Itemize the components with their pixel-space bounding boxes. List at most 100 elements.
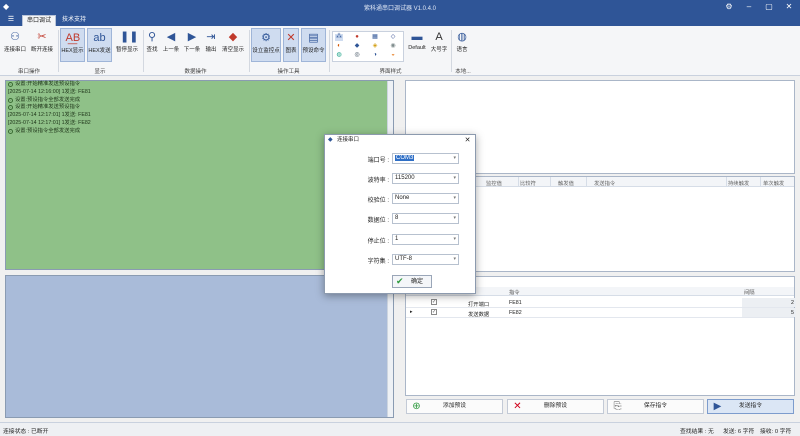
chevron-down-icon: ▾	[453, 195, 456, 201]
add-preset-button[interactable]: ⊕ 添加预设	[406, 399, 503, 414]
row-command: FE82	[509, 310, 522, 316]
dialog-title-bar: ◆ 连接串口 ✕	[325, 135, 475, 146]
export-icon: ⇥	[206, 31, 216, 43]
tab-tech-support[interactable]: 技术支持	[58, 15, 90, 26]
style-swatch[interactable]: ◎	[353, 52, 361, 59]
style-swatch[interactable]: ◒	[389, 52, 397, 59]
hex-display-icon: A͟B	[65, 32, 81, 44]
window-title: 紫科通串口调试器 V1.0.4.0	[363, 6, 437, 12]
search-icon: ⚲	[147, 31, 157, 43]
font-size-icon: A	[435, 31, 443, 43]
style-swatch[interactable]: ◍	[335, 52, 343, 59]
eraser-icon: ◆	[228, 31, 238, 43]
status-bar: 连接状态 : 已断开 查找结果 : 无 发送: 6 字符 接收: 0 字符	[0, 422, 800, 436]
prev-button[interactable]: ◀ 上一条	[161, 28, 181, 62]
globe-icon: ◍	[457, 31, 467, 43]
pause-display-button[interactable]: ❚❚ 暂停显示	[114, 28, 140, 62]
ribbon: ⚇ 连接串口 ✂ 断开连接 串口操作 A͟B HEX显示 ab HEX发送 ❚❚ 暂停显示…	[0, 26, 800, 76]
baud-label: 波特率 :	[367, 178, 389, 184]
theme-default-button[interactable]: ▬ Default	[406, 28, 428, 62]
table-row[interactable]: ✓ 打开端口 FE81 2	[406, 298, 796, 308]
chevron-down-icon: ▾	[453, 175, 456, 181]
hex-display-button[interactable]: A͟B HEX显示	[60, 28, 85, 62]
close-icon[interactable]: ✕	[463, 136, 472, 145]
connection-status[interactable]: 连接状态 : 已断开	[3, 426, 48, 435]
chart-button[interactable]: ✕ 图表	[283, 28, 299, 62]
tab-serial-debug[interactable]: 串口调试	[22, 15, 57, 26]
databits-label: 数据位 :	[367, 218, 389, 224]
table-row[interactable]: ▸ ✓ 发送数据 FE82 5	[406, 308, 796, 318]
pause-icon: ❚❚	[120, 31, 139, 43]
style-swatch[interactable]: ⁂	[335, 34, 343, 41]
hex-send-button[interactable]: ab HEX发送	[87, 28, 112, 62]
app-menu-icon[interactable]: ☰	[2, 15, 20, 25]
style-swatch[interactable]: ◉	[389, 43, 397, 50]
monitor-point-icon: ⚙	[261, 32, 271, 44]
next-button[interactable]: ▶ 下一条	[182, 28, 202, 62]
row-name: 打开端口	[468, 302, 490, 308]
style-gallery[interactable]: ⁂ ● ▦ ◇ ◐ ◆ ◈ ◉ ◍ ◎ ◑ ◒	[332, 31, 404, 62]
group-label-display: 显示	[94, 69, 106, 75]
hex-send-icon: ab	[93, 32, 106, 44]
monitor-point-button[interactable]: ⚙ 设立监控点	[251, 28, 281, 62]
row-name: 发送数据	[468, 312, 490, 318]
current-row-indicator: ▸	[410, 309, 413, 315]
databits-select[interactable]: 8 ▾	[392, 213, 459, 224]
delete-preset-button[interactable]: ✕ 删除预设	[507, 399, 604, 414]
minimize-icon[interactable]: –	[742, 1, 756, 13]
group-label-serial: 串口操作	[17, 69, 40, 75]
large-font-button[interactable]: A 大号字	[429, 28, 449, 62]
find-result: 查找结果 : 无	[680, 429, 714, 435]
ribbon-separator	[329, 30, 330, 72]
search-button[interactable]: ⚲ 查找	[145, 28, 159, 62]
language-button[interactable]: ◍ 语言	[453, 28, 471, 62]
send-input-pane[interactable]	[5, 275, 394, 418]
send-command-button[interactable]: ▶ 发送指令	[707, 399, 794, 414]
style-swatch[interactable]: ◑	[371, 52, 379, 59]
preset-command-button[interactable]: ▤ 预设命令	[301, 28, 326, 62]
connect-button[interactable]: ⚇ 连接串口	[3, 28, 27, 62]
dialog-title: 连接串口	[337, 137, 360, 143]
style-swatch[interactable]: ▦	[371, 34, 379, 41]
log-line: [2025-07-14 12:17:01] 1发送: FE82	[8, 119, 91, 126]
baud-select[interactable]: 115200 ▾	[392, 173, 459, 184]
info-icon: ·	[8, 97, 13, 103]
group-label-data: 数据操作	[184, 69, 207, 75]
export-button[interactable]: ⇥ 输出	[204, 28, 218, 62]
style-swatch[interactable]: ◐	[335, 43, 343, 50]
disconnect-button[interactable]: ✂ 断开连接	[29, 28, 55, 62]
close-icon[interactable]: ✕	[782, 1, 796, 13]
row-checkbox[interactable]: ✓	[431, 309, 437, 315]
group-label-tools: 操作工具	[277, 69, 300, 75]
connect-icon: ⚇	[10, 31, 20, 43]
maximize-icon[interactable]: ▢	[762, 1, 776, 13]
ok-button[interactable]: ✔ 确定	[392, 275, 432, 288]
row-interval-cell[interactable]: 2	[742, 298, 796, 307]
charset-select[interactable]: UTF-8 ▾	[392, 254, 459, 265]
stopbits-label: 停止位 :	[367, 239, 389, 245]
style-swatch[interactable]: ◇	[389, 34, 397, 41]
check-icon: ✔	[396, 276, 404, 286]
settings-icon[interactable]: ⚙	[722, 1, 736, 13]
row-interval: 2	[791, 300, 794, 306]
port-select[interactable]: COM3 ▾	[392, 153, 459, 164]
save-command-button[interactable]: ⎘ 保存指令	[607, 399, 704, 414]
charset-label: 字符集 :	[367, 259, 389, 265]
row-interval-cell[interactable]: 5	[742, 308, 796, 317]
clear-display-button[interactable]: ◆ 清空显示	[220, 28, 246, 62]
style-swatch[interactable]: ●	[353, 34, 361, 41]
prev-icon: ◀	[166, 31, 176, 43]
vertical-scrollbar[interactable]	[387, 276, 393, 417]
log-line: [2025-07-14 12:16:00] 1发送: FE81	[8, 88, 91, 95]
row-checkbox[interactable]: ✓	[431, 299, 437, 305]
recv-count: 接收: 0 字符	[760, 429, 792, 435]
baud-row: 波特率 : 115200 ▾	[325, 173, 477, 184]
preset-table: 指令 间隔 ✓ 打开端口 FE81 2 ▸ ✓ 发送数据 FE82 5	[405, 276, 796, 396]
style-swatch[interactable]: ◆	[353, 43, 361, 50]
stopbits-select[interactable]: 1 ▾	[392, 234, 459, 245]
style-swatch[interactable]: ◈	[371, 43, 379, 50]
theme-icon: ▬	[411, 31, 423, 43]
databits-row: 数据位 : 8 ▾	[325, 213, 477, 224]
parity-select[interactable]: None ▾	[392, 193, 459, 204]
app-icon: ◆	[328, 137, 333, 143]
